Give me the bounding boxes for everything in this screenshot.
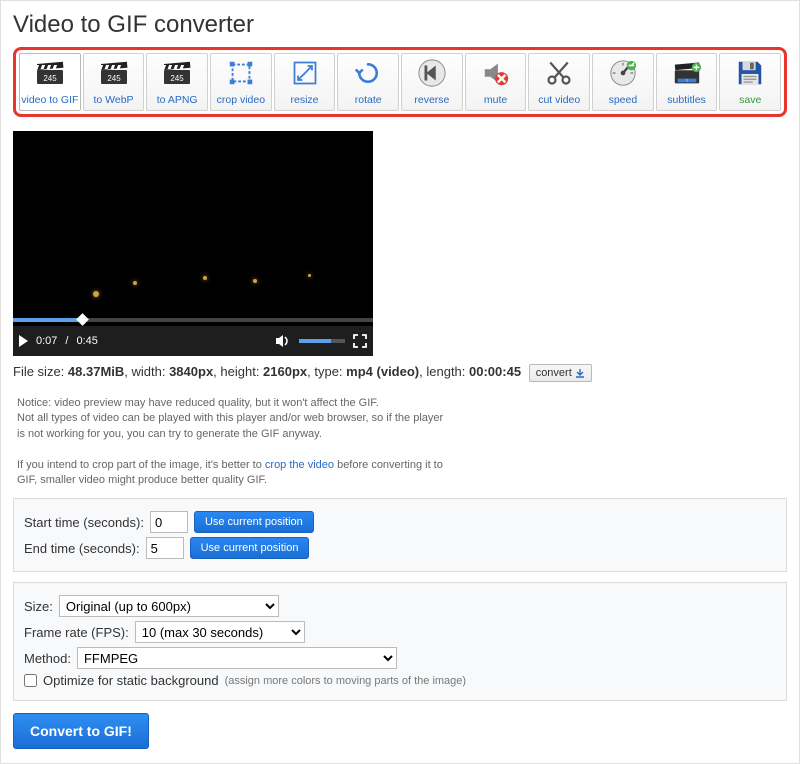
optimize-hint: (assign more colors to moving parts of t… — [225, 675, 467, 687]
optimize-label: Optimize for static background — [43, 673, 219, 688]
tool-to-webp[interactable]: 245 to WebP — [83, 53, 145, 111]
tool-rotate[interactable]: rotate — [337, 53, 399, 111]
svg-text:245: 245 — [43, 74, 57, 83]
crop-video-link[interactable]: crop the video — [265, 459, 334, 471]
save-icon — [734, 57, 766, 89]
page-title: Video to GIF converter — [13, 11, 787, 39]
end-time-label: End time (seconds): — [24, 541, 140, 556]
volume-icon[interactable] — [275, 334, 291, 348]
speed-icon — [607, 57, 639, 89]
start-time-input[interactable] — [150, 511, 188, 533]
file-type: mp4 (video) — [346, 364, 419, 379]
download-icon — [575, 368, 585, 378]
reverse-icon — [416, 57, 448, 89]
subtitles-icon: T — [671, 57, 703, 89]
rotate-icon — [352, 57, 384, 89]
tool-cut-video[interactable]: cut video — [528, 53, 590, 111]
notice-text: Notice: video preview may have reduced q… — [13, 396, 787, 488]
scissors-icon — [543, 57, 575, 89]
time-panel: Start time (seconds): Use current positi… — [13, 498, 787, 572]
optimize-checkbox[interactable] — [24, 674, 37, 687]
play-button[interactable] — [19, 335, 28, 347]
volume-slider[interactable] — [299, 339, 345, 343]
tool-label: mute — [484, 94, 507, 106]
tool-label: video to GIF — [21, 94, 78, 106]
method-select[interactable]: FFMPEG — [77, 647, 397, 669]
tool-label: reverse — [414, 94, 449, 106]
tool-label: subtitles — [667, 94, 706, 106]
clapper-icon: 245 — [98, 57, 130, 89]
tool-subtitles[interactable]: T subtitles — [656, 53, 718, 111]
tool-label: resize — [291, 94, 319, 106]
video-progress[interactable] — [13, 318, 373, 322]
tool-reverse[interactable]: reverse — [401, 53, 463, 111]
tool-to-apng[interactable]: 245 to APNG — [146, 53, 208, 111]
options-panel: Size: Original (up to 600px) Frame rate … — [13, 582, 787, 701]
time-duration: 0:45 — [76, 335, 97, 347]
fullscreen-button[interactable] — [353, 334, 367, 348]
time-separator: / — [65, 335, 68, 347]
tool-video-to-gif[interactable]: 245 video to GIF — [19, 53, 81, 111]
file-length: 00:00:45 — [469, 364, 521, 379]
convert-to-gif-button[interactable]: Convert to GIF! — [13, 713, 149, 749]
file-size: 48.37MiB — [68, 364, 124, 379]
resize-icon — [289, 57, 321, 89]
use-current-end-button[interactable]: Use current position — [190, 537, 310, 559]
tool-mute[interactable]: mute — [465, 53, 527, 111]
tool-label: cut video — [538, 94, 580, 106]
file-width: 3840px — [169, 364, 213, 379]
video-player[interactable]: 0:07 / 0:45 — [13, 131, 373, 356]
clapper-icon: 245 — [161, 57, 193, 89]
tool-label: to WebP — [93, 94, 133, 106]
tool-speed[interactable]: speed — [592, 53, 654, 111]
tool-label: speed — [609, 94, 638, 106]
fps-label: Frame rate (FPS): — [24, 625, 129, 640]
crop-icon — [225, 57, 257, 89]
tool-crop-video[interactable]: crop video — [210, 53, 272, 111]
svg-text:245: 245 — [107, 74, 121, 83]
tool-label: crop video — [217, 94, 265, 106]
fps-select[interactable]: 10 (max 30 seconds) — [135, 621, 305, 643]
clapper-icon: 245 — [34, 57, 66, 89]
start-time-label: Start time (seconds): — [24, 515, 144, 530]
time-current: 0:07 — [36, 335, 57, 347]
tool-label: to APNG — [157, 94, 198, 106]
size-label: Size: — [24, 599, 53, 614]
use-current-start-button[interactable]: Use current position — [194, 511, 314, 533]
file-height: 2160px — [263, 364, 307, 379]
file-info: File size: 48.37MiB, width: 3840px, heig… — [13, 364, 787, 382]
end-time-input[interactable] — [146, 537, 184, 559]
size-select[interactable]: Original (up to 600px) — [59, 595, 279, 617]
tool-label: rotate — [355, 94, 382, 106]
convert-small-button[interactable]: convert — [529, 364, 592, 382]
mute-icon — [480, 57, 512, 89]
video-canvas — [13, 131, 373, 326]
toolbar: 245 video to GIF 245 to WebP 245 to APNG… — [13, 47, 787, 117]
tool-save[interactable]: save — [719, 53, 781, 111]
tool-resize[interactable]: resize — [274, 53, 336, 111]
svg-text:245: 245 — [170, 74, 184, 83]
tool-label: save — [739, 94, 761, 106]
method-label: Method: — [24, 651, 71, 666]
